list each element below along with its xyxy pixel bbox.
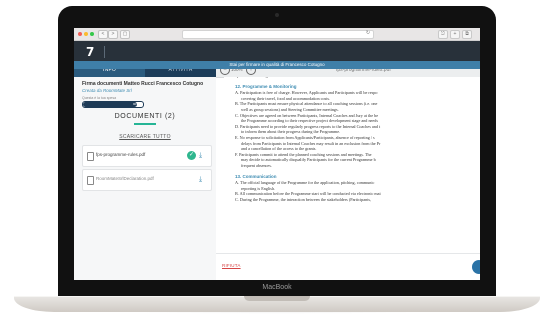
- refresh-icon[interactable]: ↻: [364, 30, 372, 37]
- document-line: may decide to automatically disqualify P…: [241, 157, 376, 163]
- document-line: reporting is English.: [241, 185, 276, 191]
- progress-bar: 90%: [82, 101, 144, 108]
- header-divider: [104, 46, 105, 58]
- document-page[interactable]: ups in Luxembourg. 12. Programme & Monito…: [224, 77, 480, 253]
- close-window-button[interactable]: [78, 32, 82, 36]
- app-logo-icon[interactable]: 7: [86, 45, 100, 59]
- device-brand: MacBook: [262, 284, 292, 291]
- heading-underline: [134, 123, 156, 125]
- webcam: [275, 13, 279, 17]
- document-line: D. Participants need to provide regularl…: [235, 123, 381, 129]
- sign-action-button[interactable]: [472, 260, 480, 274]
- progress-value: 90%: [133, 102, 140, 106]
- new-tab-icon[interactable]: +: [450, 30, 460, 39]
- document-viewer: − 100% + fps-programme-rules.pdf ups in …: [216, 63, 480, 280]
- signed-check-icon: ✓: [187, 151, 196, 160]
- file-icon: [87, 176, 94, 185]
- forward-button[interactable]: >: [108, 30, 118, 39]
- document-line: A. Participation is free of charge. Howe…: [235, 90, 378, 96]
- reject-button[interactable]: RIFIUTA: [222, 263, 241, 268]
- document-line: C. During the Programme, the interaction…: [235, 196, 372, 202]
- document-set-title: Firma documenti Matteo Rucci Francesco C…: [82, 81, 204, 87]
- viewer-footer: RIFIUTA: [216, 253, 480, 280]
- file-item[interactable]: fps-programme-rules.pdf ✓ ⤓: [82, 145, 212, 167]
- document-line: F. Participants commit to attend the pla…: [235, 151, 372, 157]
- document-line: delays from Participants to Internal Coa…: [241, 140, 381, 146]
- download-all-link[interactable]: SCARICARE TUTTO: [74, 134, 216, 140]
- section-heading: 13. Communication: [235, 173, 277, 179]
- document-line: E. No response to solicitation from Appl…: [235, 134, 375, 140]
- maximize-window-button[interactable]: [90, 32, 94, 36]
- document-line: B. The Participants must ensure physical…: [235, 101, 378, 107]
- document-line: C. Objectives are agreed on between Part…: [235, 112, 379, 118]
- document-line: ups in Luxembourg.: [235, 77, 269, 78]
- document-set-creator: Creata da RoomMate Srl: [82, 88, 132, 93]
- sidebar: INFO ATTIVITÀ Firma documenti Matteo Ruc…: [74, 63, 216, 280]
- document-line: A. The official language of the Programm…: [235, 180, 375, 185]
- address-bar[interactable]: [182, 30, 374, 39]
- document-line: covering their travel, food and accommod…: [241, 95, 331, 101]
- laptop-notch: [244, 296, 310, 301]
- file-item[interactable]: RoomMateSrlDeclaration.pdf ⤓: [82, 169, 212, 191]
- document-line: frequent absences.: [241, 162, 272, 168]
- document-line: the Programme according to their respect…: [241, 118, 378, 124]
- download-icon[interactable]: ⤓: [199, 175, 202, 184]
- progress-label: Questa è la tua spesa: [82, 96, 117, 100]
- minimize-window-button[interactable]: [84, 32, 88, 36]
- browser-toolbar: < > ▢ ↻ ⎋ + ⧉: [74, 28, 480, 41]
- signing-banner: Stai per firmare in qualità di Francesco…: [74, 61, 480, 69]
- app-header: 7: [74, 41, 480, 63]
- sidebar-toggle-icon[interactable]: ▢: [120, 30, 130, 39]
- signing-banner-wrap: Stai per firmare in qualità di Francesco…: [74, 61, 480, 69]
- document-line: well as group sessions) and Steering Com…: [241, 106, 339, 112]
- document-line: and a cancellation of the access to the …: [241, 146, 317, 152]
- share-icon[interactable]: ⎋: [438, 30, 448, 39]
- download-icon[interactable]: ⤓: [199, 151, 202, 160]
- section-heading: 12. Programme & Monitoring: [235, 83, 297, 89]
- progress-fill: [83, 102, 137, 107]
- file-name[interactable]: fps-programme-rules.pdf: [96, 152, 145, 157]
- back-button[interactable]: <: [98, 30, 108, 39]
- document-line: B. All communication before the Programm…: [235, 191, 381, 197]
- tabs-overview-icon[interactable]: ⧉: [462, 30, 472, 39]
- documents-heading: DOCUMENTI (2): [114, 113, 176, 120]
- document-line: to inform them about their progress duri…: [241, 129, 341, 135]
- file-icon: [87, 152, 94, 161]
- file-name[interactable]: RoomMateSrlDeclaration.pdf: [96, 176, 154, 181]
